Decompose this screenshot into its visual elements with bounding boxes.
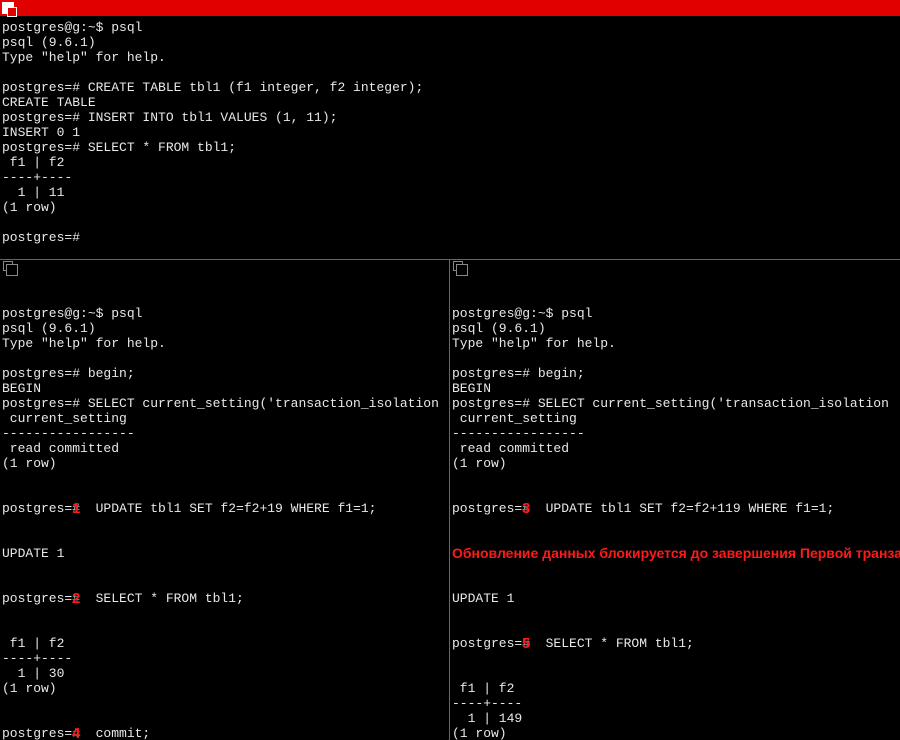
step-marker-5: 5 <box>522 636 530 651</box>
sql-select-line: postgres=# SELECT * FROM tbl1; <box>452 636 694 651</box>
pane-tab-right[interactable] <box>450 260 900 272</box>
tmux-icon <box>2 2 14 14</box>
terminal-output-left: postgres@g:~$ psql psql (9.6.1) Type "he… <box>0 272 449 740</box>
pane-tab-icon <box>3 261 13 271</box>
terminal-pane-right[interactable]: postgres@g:~$ psql psql (9.6.1) Type "he… <box>450 260 900 740</box>
annotation-text: Обновление данных блокируется до заверше… <box>452 546 898 561</box>
pane-tab-icon <box>453 261 463 271</box>
sql-select-line: postgres=# SELECT * FROM tbl1; <box>2 591 244 606</box>
step-marker-3: 3 <box>522 501 530 516</box>
sql-update-line: postgres=# UPDATE tbl1 SET f2=f2+119 WHE… <box>452 501 834 516</box>
terminal-split-row: postgres@g:~$ psql psql (9.6.1) Type "he… <box>0 260 900 740</box>
output-line: UPDATE 1 <box>2 546 447 561</box>
sql-update-line: postgres=# UPDATE tbl1 SET f2=f2+19 WHER… <box>2 501 376 516</box>
terminal-output-right: postgres@g:~$ psql psql (9.6.1) Type "he… <box>450 272 900 740</box>
pane-tab-left[interactable] <box>0 260 449 272</box>
step-marker-2: 2 <box>72 591 80 606</box>
output-line: UPDATE 1 <box>452 591 898 606</box>
step-marker-4: 4 <box>72 726 80 740</box>
terminal-pane-top[interactable]: postgres@g:~$ psql psql (9.6.1) Type "he… <box>0 16 900 260</box>
step-marker-1: 1 <box>72 501 80 516</box>
terminal-pane-left[interactable]: postgres@g:~$ psql psql (9.6.1) Type "he… <box>0 260 450 740</box>
terminal-output-top: postgres@g:~$ psql psql (9.6.1) Type "he… <box>0 16 900 247</box>
window-titlebar[interactable] <box>0 0 900 16</box>
